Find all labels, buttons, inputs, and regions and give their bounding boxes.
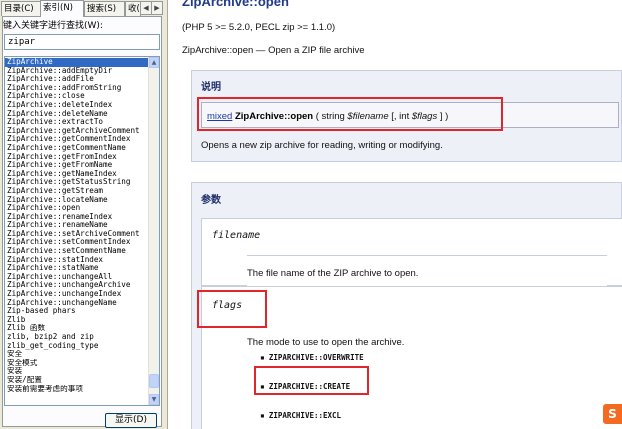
list-item[interactable]: ZipArchive::deleteName: [5, 110, 149, 119]
param-flags-desc: The mode to use to open the archive.: [247, 337, 405, 348]
description-text: Opens a new zip archive for reading, wri…: [201, 140, 443, 151]
highlight-signature: [197, 97, 503, 131]
list-item[interactable]: ZipArchive::renameName: [5, 221, 149, 230]
highlight-create-option: [254, 366, 369, 395]
arrow-down-icon[interactable]: ▼: [149, 394, 159, 405]
documentation-pane: ZipArchive::open (PHP 5 >= 5.2.0, PECL z…: [169, 0, 622, 429]
list-item[interactable]: ZipArchive::deleteIndex: [5, 101, 149, 110]
parameters-heading: 参数: [201, 195, 221, 206]
list-item[interactable]: ZipArchive::setArchiveComment: [5, 230, 149, 239]
list-item[interactable]: ZipArchive::setCommentName: [5, 247, 149, 256]
keyword-input[interactable]: [4, 34, 160, 50]
list-item[interactable]: ZipArchive::getFromName: [5, 161, 149, 170]
sogou-s-icon: S: [603, 404, 622, 424]
list-item[interactable]: Zlib 函数: [5, 324, 149, 333]
list-item[interactable]: ZipArchive::unchangeAll: [5, 273, 149, 282]
list-item[interactable]: ZipArchive::locateName: [5, 196, 149, 205]
tab-search[interactable]: 搜索(S): [84, 1, 125, 16]
scrollbar-thumb[interactable]: [149, 374, 159, 388]
list-item[interactable]: ZipArchive::open: [5, 204, 149, 213]
highlight-flags: [197, 290, 267, 328]
list-item[interactable]: ZipArchive::getStream: [5, 187, 149, 196]
pane-splitter[interactable]: [164, 0, 168, 429]
method-summary: ZipArchive::open — Open a ZIP file archi…: [182, 45, 365, 56]
keyword-label: 键入关键字进行查找(W):: [3, 21, 103, 31]
param-filename-name: filename: [212, 230, 261, 241]
index-list[interactable]: ZipArchive ZipArchive::addEmptyDir ZipArch…: [4, 56, 160, 406]
flag-option-overwrite: ZIPARCHIVE::OVERWRITE: [260, 353, 364, 362]
arrow-right-icon[interactable]: ▶: [151, 1, 163, 15]
list-item[interactable]: ZipArchive::addFile: [5, 75, 149, 84]
tab-index[interactable]: 索引(N): [40, 0, 84, 17]
nav-tabs: 目录(C) 索引(N) 搜索(S) 收( ◀ ▶: [0, 0, 164, 17]
list-item[interactable]: ZipArchive::getCommentIndex: [5, 135, 149, 144]
list-item[interactable]: zlib_get_coding_type: [5, 342, 149, 351]
list-item[interactable]: ZipArchive::getNameIndex: [5, 170, 149, 179]
list-item[interactable]: ZipArchive::getStatusString: [5, 178, 149, 187]
list-item[interactable]: ZipArchive::statIndex: [5, 256, 149, 265]
list-item[interactable]: Zip-based phars: [5, 307, 149, 316]
list-item[interactable]: ZipArchive::setCommentIndex: [5, 238, 149, 247]
list-item[interactable]: ZipArchive::getFromIndex: [5, 153, 149, 162]
tab-favorites[interactable]: 收(: [125, 1, 141, 16]
index-list-scrollbar[interactable]: ▲ ▼: [148, 57, 159, 405]
list-item[interactable]: ZipArchive::unchangeArchive: [5, 281, 149, 290]
list-item[interactable]: 安装前需要考虑的事项: [5, 385, 149, 394]
show-button[interactable]: 显示(D): [105, 413, 157, 428]
version-info: (PHP 5 >= 5.2.0, PECL zip >= 1.1.0): [182, 22, 336, 33]
param-filename-desc: The file name of the ZIP archive to open…: [247, 268, 419, 279]
list-item[interactable]: ZipArchive::statName: [5, 264, 149, 273]
list-item[interactable]: 安全: [5, 350, 149, 359]
list-item[interactable]: ZipArchive::close: [5, 92, 149, 101]
index-list-items: ZipArchive ZipArchive::addEmptyDir ZipArch…: [5, 58, 149, 393]
list-item[interactable]: ZipArchive::unchangeIndex: [5, 290, 149, 299]
list-item[interactable]: ZipArchive::addFromString: [5, 84, 149, 93]
param-filename-desc-box: The file name of the ZIP archive to open…: [247, 255, 607, 287]
arrow-up-icon[interactable]: ▲: [149, 57, 159, 68]
list-item[interactable]: ZipArchive::extractTo: [5, 118, 149, 127]
list-item[interactable]: 安全模式: [5, 359, 149, 368]
list-item[interactable]: Zlib: [5, 316, 149, 325]
list-item[interactable]: ZipArchive::renameIndex: [5, 213, 149, 222]
param-filename-panel: filename The file name of the ZIP archiv…: [201, 218, 622, 287]
list-item[interactable]: ZipArchive: [5, 58, 149, 67]
list-item[interactable]: 安装: [5, 367, 149, 376]
list-item[interactable]: zlib, bzip2 and zip: [5, 333, 149, 342]
list-item[interactable]: ZipArchive::unchangeName: [5, 299, 149, 308]
description-heading: 说明: [201, 82, 221, 93]
help-navigation-pane: 目录(C) 索引(N) 搜索(S) 收( ◀ ▶ 键入关键字进行查找(W): Z…: [0, 0, 164, 429]
list-item[interactable]: ZipArchive::getArchiveComment: [5, 127, 149, 136]
page-title: ZipArchive::open: [182, 0, 289, 9]
tab-contents[interactable]: 目录(C): [1, 1, 41, 16]
list-item[interactable]: 安装/配置: [5, 376, 149, 385]
list-item[interactable]: ZipArchive::getCommentName: [5, 144, 149, 153]
tab-scroll-buttons: ◀ ▶: [140, 1, 164, 15]
flag-option-excl: ZIPARCHIVE::EXCL: [260, 411, 341, 420]
list-item[interactable]: ZipArchive::addEmptyDir: [5, 67, 149, 76]
